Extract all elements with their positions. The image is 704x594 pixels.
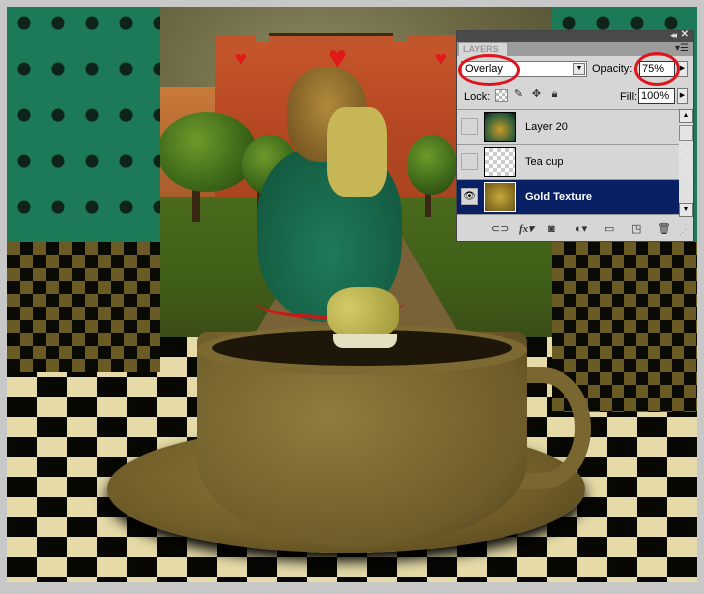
panel-titlebar[interactable]: ◂◂ ✕ — [457, 29, 693, 42]
annotation-circle-blend — [458, 54, 520, 86]
new-group-icon[interactable]: ▭ — [604, 223, 614, 235]
scroll-up-button[interactable]: ▲ — [679, 109, 693, 123]
keyhole-wallpaper-left — [7, 7, 160, 242]
opacity-label: Opacity: — [592, 63, 633, 75]
layer-row[interactable]: Layer 20 — [457, 110, 679, 145]
lock-transparent-pixels-icon[interactable] — [495, 89, 508, 102]
lock-position-icon[interactable]: ✥ — [531, 89, 542, 100]
fx-icon[interactable]: fx▾ — [519, 223, 534, 235]
layer-mask-icon[interactable]: ◙ — [548, 223, 555, 235]
layers-list: Layer 20 Tea cup 👁︎ Gold Texture — [457, 109, 679, 218]
visibility-toggle[interactable] — [461, 153, 478, 170]
close-icon[interactable]: ✕ — [681, 29, 689, 40]
lock-all-icon[interactable]: 🔒︎ — [549, 89, 560, 100]
eye-icon[interactable]: 👁︎ — [461, 188, 478, 205]
layer-name: Gold Texture — [525, 191, 593, 203]
fill-slider-button[interactable]: ▶ — [677, 88, 688, 104]
trash-icon[interactable]: 🗑︎ — [657, 223, 671, 235]
layer-thumbnail — [484, 112, 516, 142]
annotation-circle-opacity — [634, 52, 680, 86]
layer-name: Layer 20 — [525, 121, 568, 133]
link-layers-icon[interactable]: ⊂⊃ — [491, 223, 509, 235]
resize-grip-icon[interactable]: ⋰ — [679, 227, 687, 239]
girl-socks — [333, 334, 397, 348]
lock-label: Lock: — [464, 91, 491, 103]
fill-label: Fill: — [620, 91, 638, 103]
tree — [407, 135, 457, 195]
heart-icon: ♥ — [235, 48, 247, 70]
checkered-wall-left — [7, 242, 160, 372]
castle-battlement — [215, 35, 255, 47]
lock-image-pixels-icon[interactable]: ✎ — [513, 89, 524, 100]
new-layer-icon[interactable]: ◳ — [631, 223, 641, 235]
layer-name: Tea cup — [525, 156, 564, 168]
layer-row-selected[interactable]: 👁︎ Gold Texture — [457, 180, 679, 215]
girl-arms — [327, 107, 387, 197]
artwork-canvas: ♥ ♥ ♥ ◂◂ ✕ LAYERS ▾☰ Overlay ▼ Opacity: — [7, 7, 697, 582]
layer-thumbnail — [484, 182, 516, 212]
fill-input[interactable]: 100% — [638, 88, 675, 104]
visibility-toggle[interactable] — [461, 118, 478, 135]
panel-footer: ⊂⊃ fx▾ ◙ ◐▾ ▭ ◳ 🗑︎ ⋰ — [457, 219, 693, 241]
tree — [157, 112, 257, 192]
panel-menu-icon[interactable]: ▾☰ — [675, 43, 689, 54]
layer-thumbnail — [484, 147, 516, 177]
heart-icon: ♥ — [435, 48, 447, 70]
scroll-thumb[interactable] — [679, 125, 693, 141]
collapse-icon[interactable]: ◂◂ — [670, 30, 677, 41]
adjustment-layer-icon[interactable]: ◐▾ — [575, 223, 587, 235]
chevron-down-icon[interactable]: ▼ — [573, 63, 585, 75]
girl-knees — [327, 287, 399, 339]
scroll-down-button[interactable]: ▼ — [679, 203, 693, 217]
layers-scrollbar[interactable]: ▲ ▼ — [679, 109, 693, 217]
layer-row[interactable]: Tea cup — [457, 145, 679, 180]
layers-panel: ◂◂ ✕ LAYERS ▾☰ Overlay ▼ Opacity: 75% ▶ … — [456, 29, 694, 242]
